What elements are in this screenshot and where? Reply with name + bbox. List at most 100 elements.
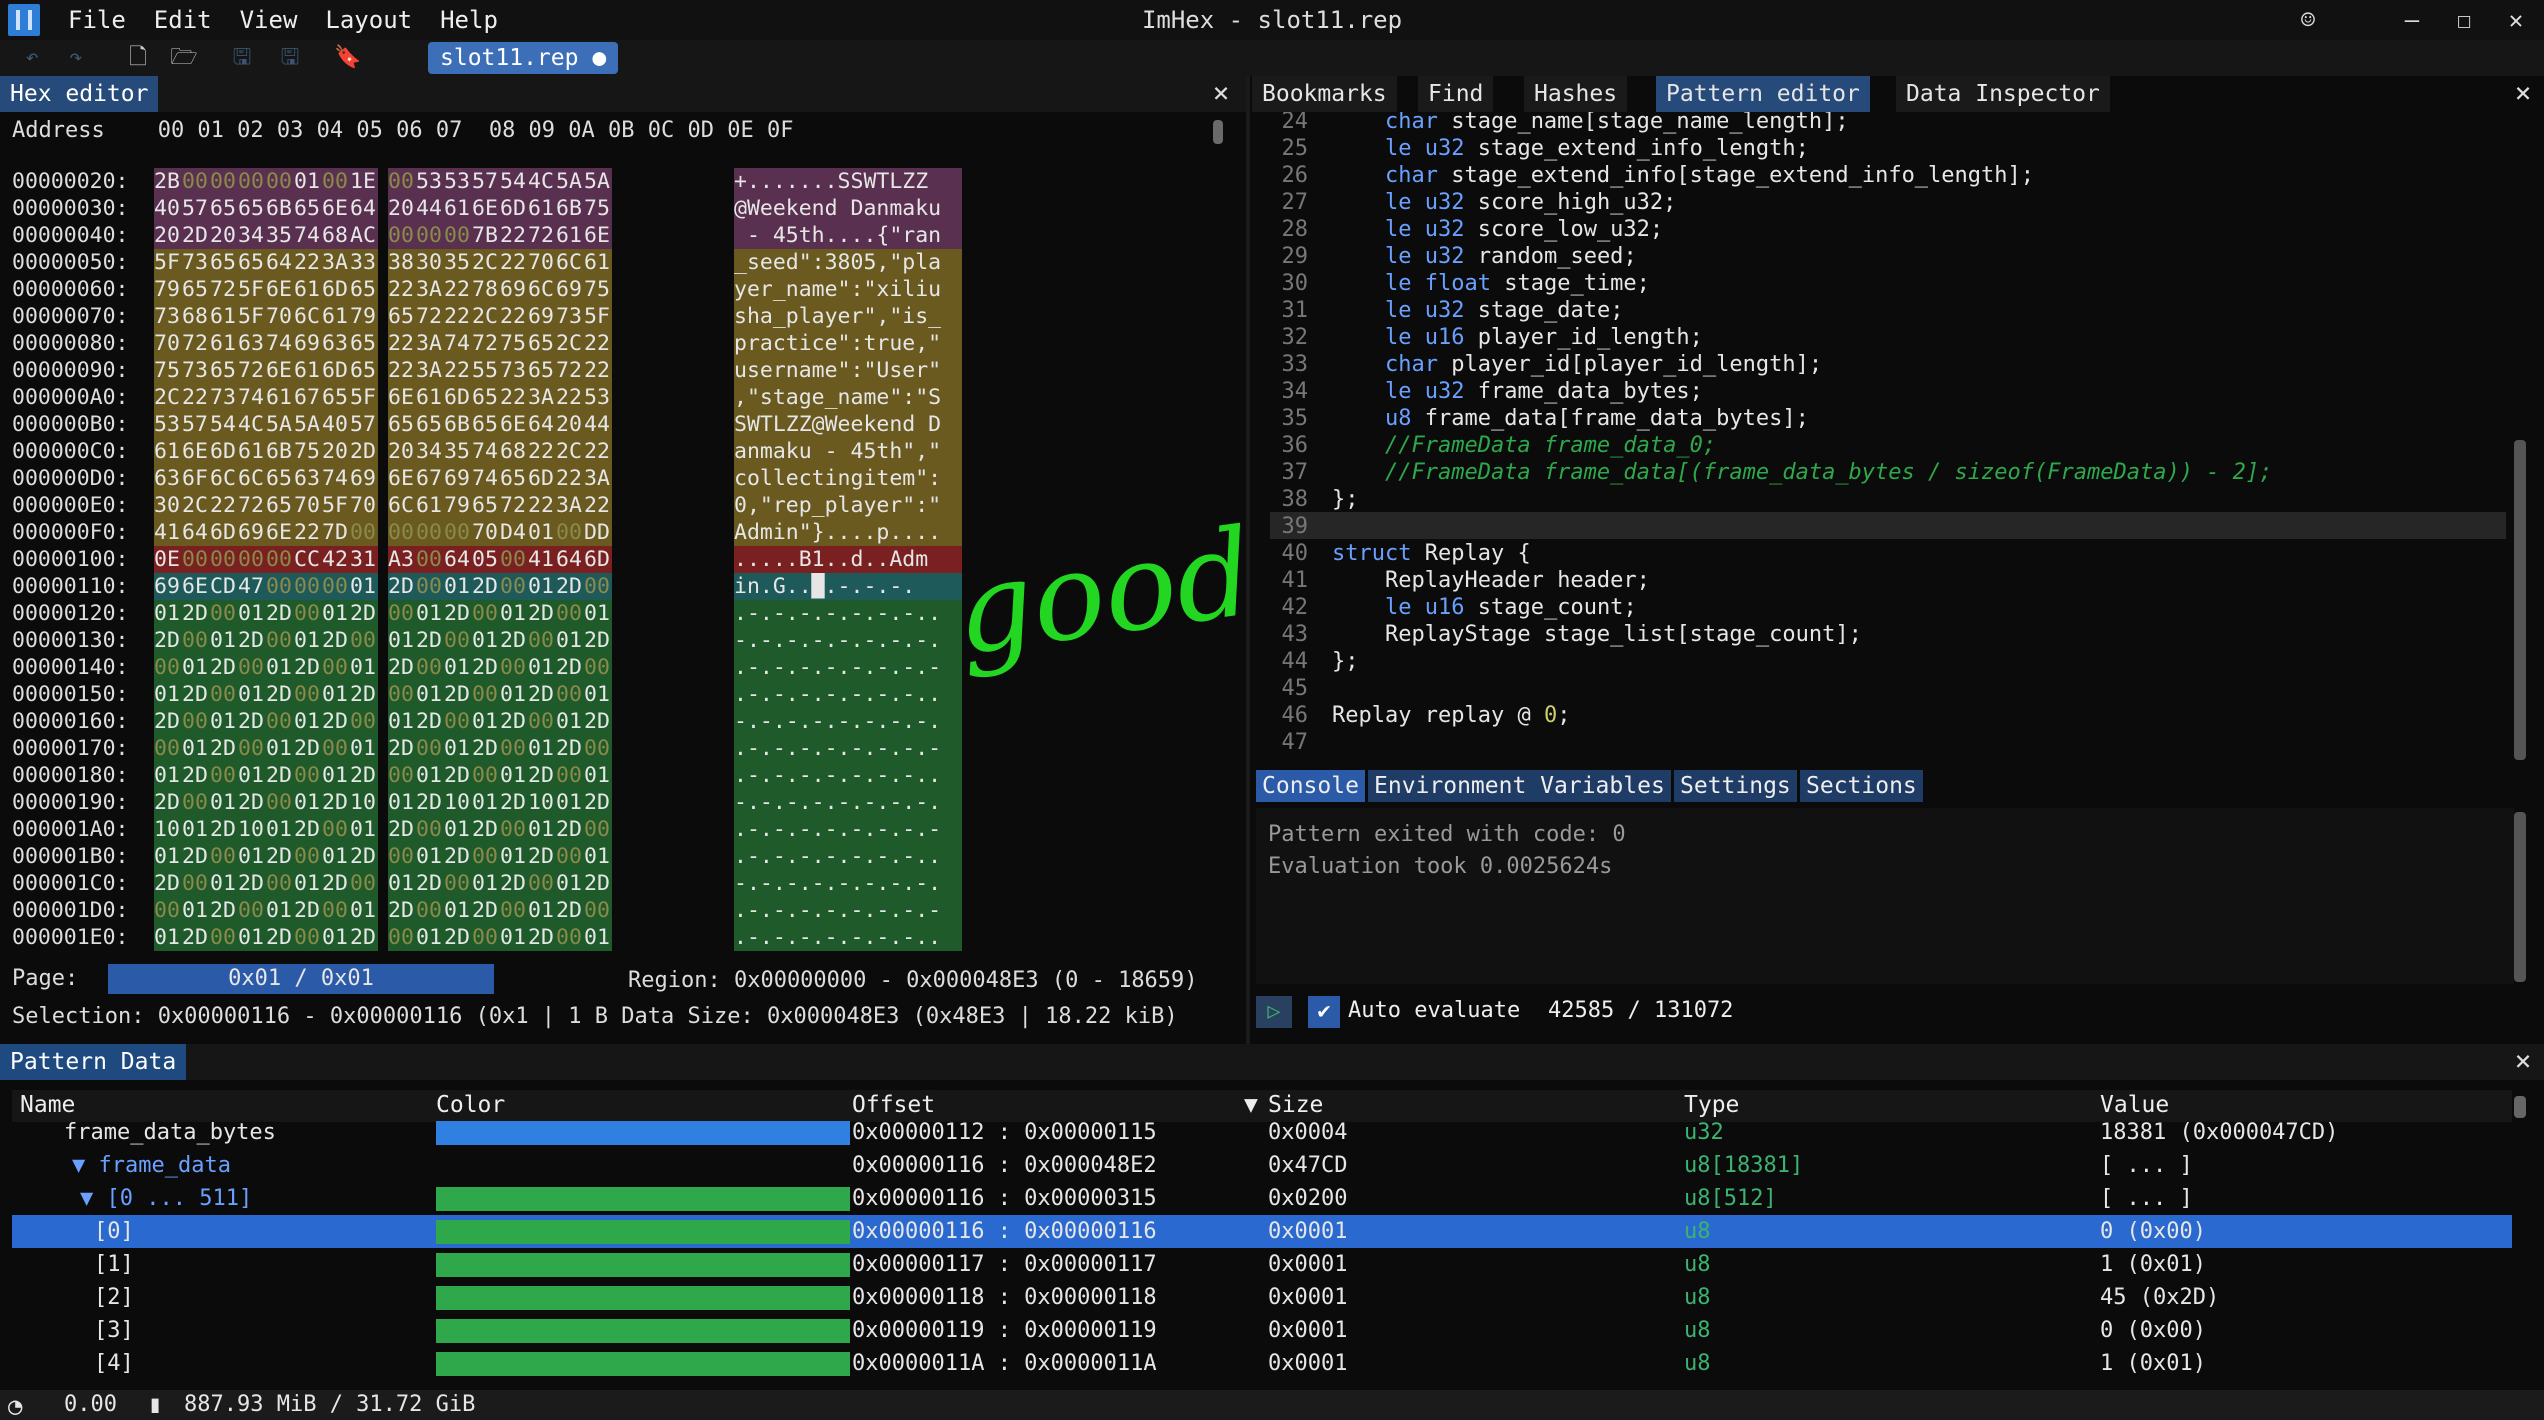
hex-byte[interactable]: 01	[322, 600, 350, 627]
hex-byte[interactable]: 74	[294, 222, 322, 249]
hex-byte[interactable]: 00	[444, 708, 472, 735]
hex-byte[interactable]: 6C	[294, 303, 322, 330]
hex-byte[interactable]: 01	[528, 816, 556, 843]
hex-byte[interactable]: 00	[322, 573, 350, 600]
hex-byte[interactable]: 53	[416, 168, 444, 195]
hex-byte[interactable]: 00	[528, 708, 556, 735]
hex-byte[interactable]: 00	[416, 654, 444, 681]
pattern-row[interactable]: [2] 0x00000118 : 0x00000118 0x0001 u8 45 (0x…	[12, 1281, 2512, 1314]
hex-byte[interactable]: 00	[500, 897, 528, 924]
hex-byte[interactable]: 2D	[472, 573, 500, 600]
tab-bookmarks[interactable]: Bookmarks	[1252, 76, 1397, 112]
hex-byte[interactable]: 01	[322, 762, 350, 789]
hex-byte[interactable]: 75	[584, 195, 612, 222]
hex-byte[interactable]: 01	[294, 168, 322, 195]
hex-byte[interactable]: 2D	[500, 627, 528, 654]
hex-byte[interactable]: CD	[210, 573, 238, 600]
hex-byte[interactable]: 2D	[322, 870, 350, 897]
hex-byte[interactable]: 65	[238, 249, 266, 276]
hex-byte[interactable]: 00	[444, 627, 472, 654]
hex-byte[interactable]: 01	[556, 708, 584, 735]
column-offset[interactable]: Offset	[852, 1092, 935, 1118]
hex-byte[interactable]: 00	[182, 168, 210, 195]
hex-byte[interactable]: 22	[388, 276, 416, 303]
hex-byte[interactable]: 01	[154, 843, 182, 870]
hex-byte[interactable]: 2D	[350, 843, 378, 870]
hex-byte[interactable]: 01	[322, 924, 350, 951]
hex-byte[interactable]: 22	[584, 492, 612, 519]
hex-byte[interactable]: 61	[294, 357, 322, 384]
hex-byte[interactable]: 2D	[266, 681, 294, 708]
hex-byte[interactable]: 6C	[388, 492, 416, 519]
hex-byte[interactable]: 20	[388, 195, 416, 222]
hex-byte[interactable]: 22	[444, 276, 472, 303]
ascii-column[interactable]: .-.-.-.-.-.-.-..	[734, 600, 962, 627]
hex-byte[interactable]: 2D	[556, 735, 584, 762]
hex-byte[interactable]: 10	[528, 789, 556, 816]
hex-byte[interactable]: 01	[350, 735, 378, 762]
hex-byte[interactable]: 01	[416, 924, 444, 951]
hex-byte[interactable]: 40	[154, 195, 182, 222]
hex-byte[interactable]: 69	[350, 465, 378, 492]
hex-byte[interactable]: 2C	[472, 303, 500, 330]
hex-byte[interactable]: 00	[154, 735, 182, 762]
hex-byte[interactable]: 2D	[266, 843, 294, 870]
ascii-column[interactable]: .....B1..d..Adm	[734, 546, 962, 573]
ascii-column[interactable]: .-.-.-.-.-.-.-.-	[734, 897, 962, 924]
hex-byte[interactable]: 34	[416, 438, 444, 465]
column-name[interactable]: Name	[20, 1092, 75, 1118]
hex-byte[interactable]: 00	[500, 546, 528, 573]
hex-byte[interactable]: 00	[472, 762, 500, 789]
hex-byte[interactable]: 74	[238, 384, 266, 411]
hex-byte[interactable]: D4	[500, 519, 528, 546]
hex-byte[interactable]: 01	[350, 816, 378, 843]
hex-byte[interactable]: 79	[350, 303, 378, 330]
hex-byte[interactable]: 00	[266, 708, 294, 735]
hex-byte[interactable]: 69	[238, 519, 266, 546]
menu-help[interactable]: Help	[426, 6, 512, 34]
ascii-column[interactable]: username":"User"	[734, 357, 962, 384]
hex-byte[interactable]: 2D	[528, 600, 556, 627]
hex-byte[interactable]: 01	[416, 681, 444, 708]
hex-byte[interactable]: 30	[154, 492, 182, 519]
hex-byte[interactable]: 00	[416, 816, 444, 843]
hex-byte[interactable]: 69	[444, 465, 472, 492]
tab-environment-variables[interactable]: Environment Variables	[1368, 770, 1671, 802]
ascii-column[interactable]: .-.-.-.-.-.-.-..	[734, 924, 962, 951]
hex-byte[interactable]: 65	[182, 276, 210, 303]
hex-byte[interactable]: AC	[350, 222, 378, 249]
hex-byte[interactable]: 01	[584, 600, 612, 627]
hex-byte[interactable]: 2D	[182, 762, 210, 789]
save-as-icon[interactable]: 🖫	[276, 44, 304, 72]
hex-byte[interactable]: 00	[322, 897, 350, 924]
hex-byte[interactable]: 01	[350, 573, 378, 600]
hex-byte[interactable]: 10	[154, 816, 182, 843]
hex-byte[interactable]: 01	[154, 762, 182, 789]
hex-byte[interactable]: 61	[322, 303, 350, 330]
hex-byte[interactable]: 64	[528, 411, 556, 438]
hex-byte[interactable]: 1E	[350, 168, 378, 195]
ascii-column[interactable]: SWTLZZ@Weekend D	[734, 411, 962, 438]
hex-byte[interactable]: 2D	[350, 438, 378, 465]
hex-byte[interactable]: 65	[500, 465, 528, 492]
hex-byte[interactable]: 00	[238, 546, 266, 573]
hex-byte[interactable]: 35	[444, 438, 472, 465]
hex-byte[interactable]: 69	[528, 303, 556, 330]
hex-byte[interactable]: 01	[322, 843, 350, 870]
hex-byte[interactable]: 75	[294, 438, 322, 465]
hex-byte[interactable]: 63	[322, 330, 350, 357]
hex-byte[interactable]: 5F	[238, 276, 266, 303]
hex-byte[interactable]: 00	[528, 870, 556, 897]
hex-byte[interactable]: 64	[556, 546, 584, 573]
hex-byte[interactable]: 6D	[528, 465, 556, 492]
hex-byte[interactable]: 2D	[322, 708, 350, 735]
hex-byte[interactable]: 01	[238, 843, 266, 870]
hex-byte[interactable]: 2B	[154, 168, 182, 195]
hex-byte[interactable]: 2C	[182, 492, 210, 519]
hex-byte[interactable]: 61	[416, 384, 444, 411]
hex-byte[interactable]: 01	[500, 762, 528, 789]
hex-byte[interactable]: 2D	[500, 708, 528, 735]
hex-byte[interactable]: 01	[472, 627, 500, 654]
hex-byte[interactable]: 69	[500, 276, 528, 303]
hex-byte[interactable]: 74	[444, 330, 472, 357]
